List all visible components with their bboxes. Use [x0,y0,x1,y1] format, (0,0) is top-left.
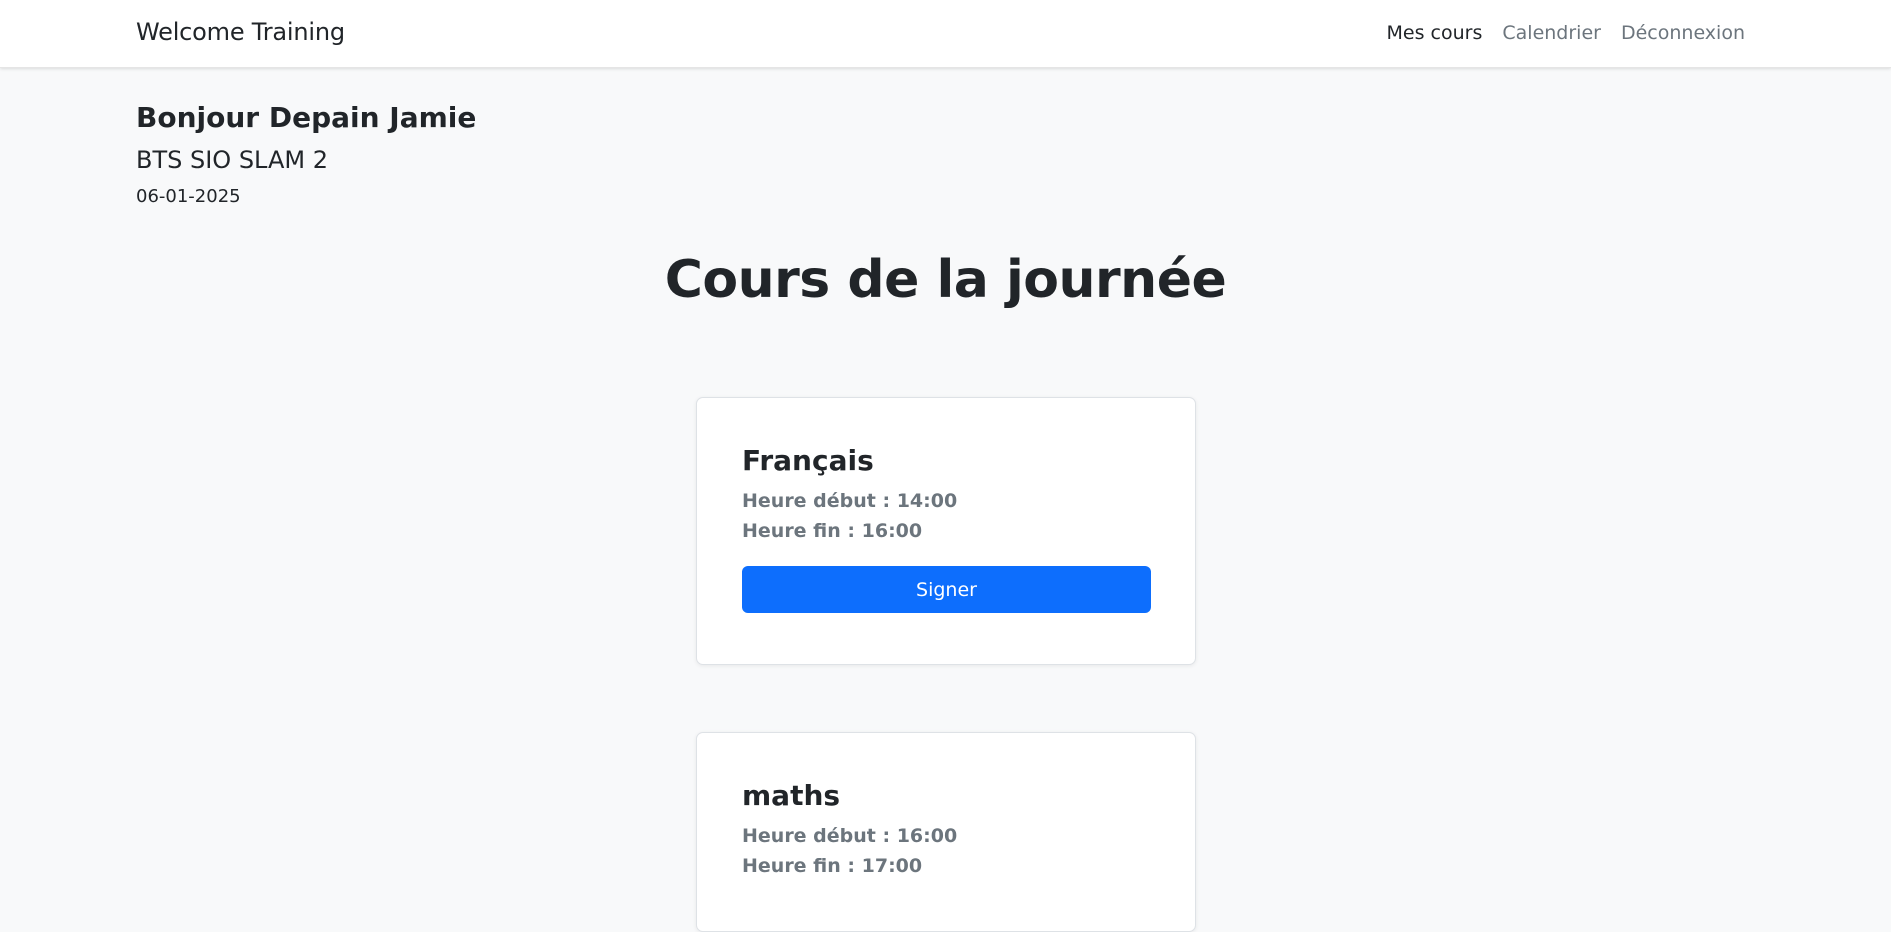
nav-link-mes-cours[interactable]: Mes cours [1387,22,1483,44]
course-end-time: Heure fin : 16:00 [742,520,923,542]
course-end-time: Heure fin : 17:00 [742,855,923,877]
class-name: BTS SIO SLAM 2 [136,146,328,174]
course-start-time: Heure début : 14:00 [742,490,958,512]
course-name: maths [742,779,841,812]
page-title: Cours de la journée [664,250,1227,310]
sign-button[interactable]: Signer [742,566,1151,613]
nav-link-deconnexion[interactable]: Déconnexion [1621,22,1745,44]
nav-link-calendrier[interactable]: Calendrier [1502,22,1601,44]
course-card: maths Heure début : 16:00 Heure fin : 17… [696,732,1196,932]
course-card: Français Heure début : 14:00 Heure fin :… [696,397,1196,665]
user-greeting-block: Bonjour Depain Jamie BTS SIO SLAM 2 06-0… [136,100,476,210]
current-date: 06-01-2025 [136,186,241,207]
nav-links: Mes cours Calendrier Déconnexion [1387,22,1745,44]
brand-logo-text[interactable]: Welcome Training [136,18,345,46]
greeting-text: Bonjour Depain Jamie [136,101,477,134]
navbar: Welcome Training Mes cours Calendrier Dé… [0,0,1891,68]
course-start-time: Heure début : 16:00 [742,825,958,847]
course-name: Français [742,444,874,477]
